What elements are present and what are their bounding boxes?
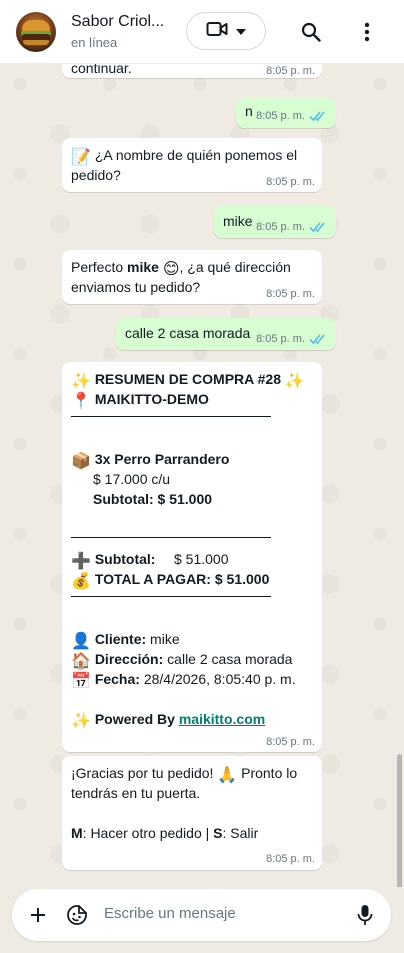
- message-text: mike: [223, 213, 253, 229]
- contact-info[interactable]: Sabor Criol... en línea: [71, 13, 171, 50]
- message-outgoing[interactable]: mike 8:05 p. m.: [214, 206, 336, 238]
- powered-label: Powered By: [94, 711, 175, 727]
- option-m-key: M: [71, 825, 83, 841]
- item-subtotal: $ 51.000: [157, 491, 213, 507]
- menu-dots-icon[interactable]: [355, 20, 379, 44]
- message-incoming[interactable]: 📝 ¿A nombre de quién ponemos el pedido? …: [62, 138, 322, 192]
- message-text-line2: pedido?: [71, 167, 121, 183]
- person-emoji: 👤: [71, 631, 91, 650]
- message-input[interactable]: Escribe un mensaje: [104, 905, 236, 922]
- read-ticks-icon: [309, 111, 325, 122]
- date-value: 28/4/2026, 8:05:40 p. m.: [143, 671, 296, 687]
- money-bag-emoji: 💰: [71, 571, 91, 590]
- message-text: Pronto lo: [241, 765, 298, 781]
- pin-emoji: 📍: [71, 391, 91, 410]
- contact-name: Sabor Criol...: [71, 13, 165, 30]
- message-time: 8:05 p. m.: [266, 65, 315, 77]
- microphone-icon[interactable]: [357, 904, 373, 931]
- message-outgoing[interactable]: n 8:05 p. m.: [236, 98, 336, 128]
- message-time: 8:05 p. m.: [256, 221, 305, 233]
- option-m-text: : Hacer otro pedido |: [82, 825, 214, 841]
- date-label: Fecha:: [94, 671, 140, 687]
- divider: [71, 537, 271, 538]
- client-value: mike: [150, 631, 180, 647]
- powered-link[interactable]: maikitto.com: [179, 711, 265, 727]
- sparkles-emoji: ✨: [71, 711, 91, 730]
- message-time: 8:05 p. m.: [256, 333, 305, 345]
- read-ticks-icon: [309, 222, 325, 233]
- message-text: calle 2 casa morada: [125, 325, 251, 341]
- divider: [71, 416, 271, 417]
- divider: [71, 596, 271, 597]
- house-emoji: 🏠: [71, 651, 91, 670]
- video-call-icon: [206, 21, 228, 42]
- item-subtotal-label: Subtotal:: [93, 491, 154, 507]
- message-text: n: [245, 103, 253, 119]
- option-s-key: S: [213, 825, 223, 841]
- plus-emoji: ➕: [71, 551, 91, 570]
- contact-status: en línea: [71, 35, 118, 50]
- message-time: 8:05 p. m.: [266, 176, 315, 188]
- message-time: 8:05 p. m.: [266, 736, 315, 748]
- message-incoming[interactable]: Perfecto mike 😊, ¿a qué dirección enviam…: [62, 250, 322, 304]
- summary-store: MAIKITTO-DEMO: [94, 391, 209, 407]
- sparkles-emoji: ✨: [284, 371, 305, 390]
- pray-emoji: 🙏: [217, 765, 238, 784]
- video-call-button[interactable]: [186, 12, 266, 50]
- subtotal-label: Subtotal:: [94, 551, 156, 567]
- read-ticks-icon: [309, 334, 325, 345]
- contact-avatar[interactable]: [16, 11, 56, 52]
- message-bold-name: mike: [127, 259, 159, 275]
- message-incoming[interactable]: ¡Gracias por tu pedido! 🙏 Pronto lo tend…: [62, 756, 322, 870]
- total-value: $ 51.000: [214, 571, 270, 587]
- attach-plus-icon[interactable]: [28, 905, 48, 930]
- subtotal-value: $ 51.000: [174, 551, 229, 567]
- sparkles-emoji: ✨: [71, 371, 91, 390]
- address-label: Dirección:: [94, 651, 164, 667]
- order-summary-message[interactable]: ✨ RESUMEN DE COMPRA #28 ✨ 📍 MAIKITTO-DEM…: [62, 362, 322, 752]
- message-time: 8:05 p. m.: [266, 288, 315, 300]
- sticker-icon[interactable]: [66, 904, 88, 931]
- memo-emoji: 📝: [71, 147, 91, 166]
- calendar-emoji: 📅: [71, 671, 91, 690]
- smile-emoji: 😊: [162, 259, 180, 278]
- message-composer: Escribe un mensaje: [12, 889, 391, 941]
- summary-title: RESUMEN DE COMPRA #28: [94, 371, 281, 387]
- message-time: 8:05 p. m.: [266, 853, 315, 865]
- client-label: Cliente:: [94, 631, 147, 647]
- message-text: Perfecto: [71, 259, 128, 275]
- chat-messages-area[interactable]: continuar. 8:05 p. m. n 8:05 p. m. 📝 ¿A …: [0, 64, 404, 887]
- chat-header: Sabor Criol... en línea: [0, 0, 404, 64]
- message-text: ¿A nombre de quién ponemos el: [94, 147, 298, 163]
- item-name: 3x Perro Parrandero: [94, 451, 230, 467]
- message-text: , ¿a qué dirección: [179, 259, 291, 275]
- total-label: TOTAL A PAGAR:: [94, 571, 211, 587]
- message-text: ¡Gracias por tu pedido!: [71, 765, 214, 781]
- search-icon[interactable]: [299, 20, 323, 44]
- message-text-line2: tendrás en tu puerta.: [71, 785, 201, 801]
- address-value: calle 2 casa morada: [167, 651, 293, 667]
- item-price: $ 17.000 c/u: [93, 471, 171, 487]
- message-text-line2: enviamos tu pedido?: [71, 279, 201, 295]
- message-outgoing[interactable]: calle 2 casa morada 8:05 p. m.: [116, 318, 336, 350]
- chevron-down-icon: [236, 22, 246, 40]
- chat-scrollbar[interactable]: [397, 754, 402, 887]
- option-s-text: : Salir: [222, 825, 259, 841]
- message-time: 8:05 p. m.: [256, 110, 305, 122]
- message-incoming[interactable]: continuar. 8:05 p. m.: [62, 64, 322, 78]
- package-emoji: 📦: [71, 451, 91, 470]
- message-text: continuar.: [71, 64, 132, 76]
